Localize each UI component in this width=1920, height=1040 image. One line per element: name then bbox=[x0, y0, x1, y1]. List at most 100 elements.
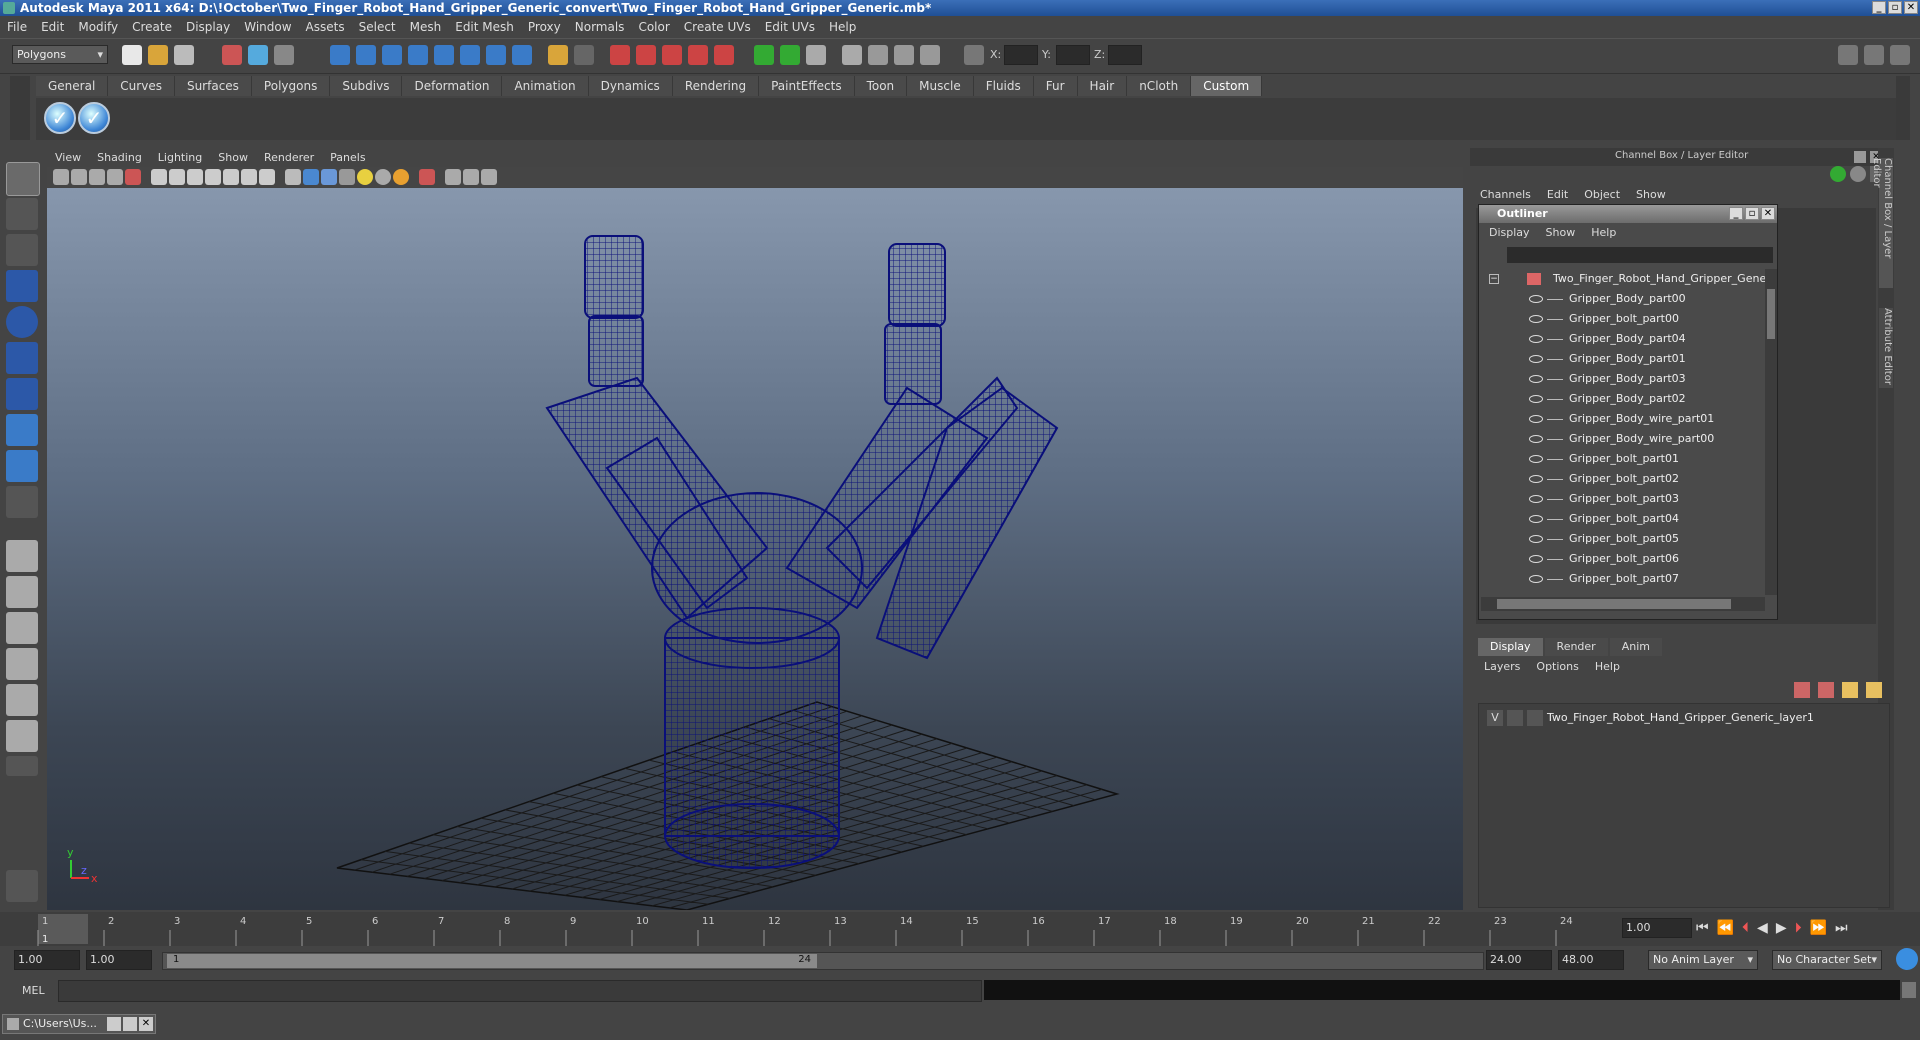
minimized-window-item[interactable]: C:\Users\Us... ✕ bbox=[2, 1014, 156, 1034]
range-slider-track[interactable]: 1 24 bbox=[162, 952, 1484, 970]
menu-edit-mesh[interactable]: Edit Mesh bbox=[448, 20, 521, 34]
select-by-render-icon[interactable] bbox=[486, 45, 506, 65]
tree-item-row[interactable]: Gripper_bolt_part01 bbox=[1481, 449, 1765, 469]
shadows-icon[interactable] bbox=[393, 169, 409, 185]
menu-modify[interactable]: Modify bbox=[71, 20, 125, 34]
safe-title-icon[interactable] bbox=[259, 169, 275, 185]
shelf-tab-general[interactable]: General bbox=[36, 76, 109, 96]
last-tool-icon[interactable] bbox=[6, 486, 38, 518]
select-hierarchy-icon[interactable] bbox=[222, 45, 242, 65]
auto-key-icon[interactable] bbox=[1896, 948, 1918, 970]
outliner-help-menu[interactable]: Help bbox=[1591, 226, 1616, 239]
layer-tab-anim[interactable]: Anim bbox=[1609, 638, 1662, 656]
minimize-button[interactable]: _ bbox=[1872, 1, 1886, 14]
shelf-tab-custom[interactable]: Custom bbox=[1191, 76, 1263, 96]
maximize-window-button[interactable] bbox=[123, 1017, 137, 1031]
scale-tool-icon[interactable] bbox=[6, 342, 38, 374]
side-tab-channel-box[interactable]: Channel Box / Layer Editor bbox=[1871, 158, 1893, 288]
maximize-button[interactable]: ▫ bbox=[1888, 1, 1902, 14]
camera-select-icon[interactable] bbox=[53, 169, 69, 185]
character-set-dropdown[interactable]: No Character Set bbox=[1772, 950, 1882, 970]
restore-window-button[interactable] bbox=[107, 1017, 121, 1031]
script-editor-icon[interactable] bbox=[1902, 982, 1916, 998]
anim-layer-dropdown[interactable]: No Anim Layer bbox=[1648, 950, 1758, 970]
channel-box-toggle-icon[interactable] bbox=[1850, 166, 1866, 182]
select-by-curve-icon[interactable] bbox=[382, 45, 402, 65]
render-view-icon[interactable] bbox=[842, 45, 862, 65]
playback-end-field[interactable]: 24.00 bbox=[1486, 950, 1552, 970]
step-forward-key-icon[interactable]: ⏵ bbox=[1795, 920, 1802, 936]
tree-item-row[interactable]: Gripper_bolt_part00 bbox=[1481, 309, 1765, 329]
hud-icon[interactable] bbox=[481, 169, 497, 185]
outliner-hscroll-thumb[interactable] bbox=[1497, 599, 1731, 609]
time-slider[interactable]: 1 2 3 4 5 6 7 8 9 10 11 12 13 14 15 16 17 18 19 20 21 22 23 24 1… bbox=[0, 912, 1920, 946]
shelf-tab-toon[interactable]: Toon bbox=[854, 76, 908, 96]
tree-item-row[interactable]: Gripper_Body_wire_part00 bbox=[1481, 429, 1765, 449]
image-plane-icon[interactable] bbox=[107, 169, 123, 185]
outliner-minimize-button[interactable]: _ bbox=[1729, 207, 1743, 220]
select-by-deform-icon[interactable] bbox=[434, 45, 454, 65]
outliner-close-button[interactable]: ✕ bbox=[1761, 207, 1775, 220]
smooth-shade-icon[interactable] bbox=[303, 169, 319, 185]
play-backwards-icon[interactable]: ◀ bbox=[1757, 920, 1768, 936]
attribute-editor-icon[interactable] bbox=[1864, 45, 1884, 65]
shelf-tab-fur[interactable]: Fur bbox=[1033, 76, 1078, 96]
paint-select-tool-icon[interactable] bbox=[6, 234, 38, 266]
menu-edit-uvs[interactable]: Edit UVs bbox=[758, 20, 822, 34]
viewport-menu-view[interactable]: View bbox=[47, 151, 89, 164]
menu-mesh[interactable]: Mesh bbox=[403, 20, 449, 34]
menu-display[interactable]: Display bbox=[179, 20, 237, 34]
tree-item-row[interactable]: Gripper_bolt_part04 bbox=[1481, 509, 1765, 529]
render-settings-icon[interactable] bbox=[920, 45, 940, 65]
outliner-scroll-thumb[interactable] bbox=[1767, 289, 1775, 339]
step-forward-icon[interactable]: ⏩ bbox=[1810, 920, 1827, 936]
layer-row[interactable]: V Two_Finger_Robot_Hand_Gripper_Generic_… bbox=[1483, 708, 1887, 728]
close-window-button[interactable]: ✕ bbox=[139, 1017, 153, 1031]
select-tool-icon[interactable] bbox=[6, 162, 40, 196]
outliner-title-bar[interactable]: Outliner _ ▫ ✕ bbox=[1479, 205, 1777, 223]
menu-proxy[interactable]: Proxy bbox=[521, 20, 568, 34]
outliner-horizontal-scrollbar[interactable] bbox=[1481, 597, 1765, 611]
new-layer-selected-icon[interactable] bbox=[1818, 682, 1834, 698]
menu-file[interactable]: File bbox=[0, 20, 34, 34]
shelf-tab-animation[interactable]: Animation bbox=[502, 76, 589, 96]
lasso-tool-icon[interactable] bbox=[6, 198, 38, 230]
viewport-menu-show[interactable]: Show bbox=[210, 151, 256, 164]
current-time-field[interactable]: 1.00 bbox=[1622, 918, 1692, 938]
perspective-viewport[interactable]: y z x bbox=[47, 188, 1463, 910]
layout-more-icon[interactable] bbox=[6, 756, 38, 776]
layout-graph-icon[interactable] bbox=[6, 648, 38, 680]
command-language-label[interactable]: MEL bbox=[22, 984, 45, 997]
layer-visibility-toggle[interactable]: V bbox=[1487, 710, 1503, 726]
tree-item-row[interactable]: Gripper_bolt_part03 bbox=[1481, 489, 1765, 509]
history-output-icon[interactable] bbox=[780, 45, 800, 65]
playback-start-field[interactable]: 1.00 bbox=[86, 950, 152, 970]
menu-create[interactable]: Create bbox=[125, 20, 179, 34]
show-manipulator-icon[interactable] bbox=[6, 450, 38, 482]
two-d-pan-icon[interactable] bbox=[125, 169, 141, 185]
play-forwards-icon[interactable]: ▶ bbox=[1776, 920, 1787, 936]
tree-item-row[interactable]: Gripper_bolt_part05 bbox=[1481, 529, 1765, 549]
menu-color[interactable]: Color bbox=[631, 20, 676, 34]
rotate-tool-icon[interactable] bbox=[6, 306, 38, 338]
shelf-tab-polygons[interactable]: Polygons bbox=[251, 76, 331, 96]
layout-single-icon[interactable] bbox=[6, 540, 38, 572]
pick-mask-icon[interactable] bbox=[330, 45, 350, 65]
move-tool-icon[interactable] bbox=[6, 270, 38, 302]
shelf-tab-ncloth[interactable]: nCloth bbox=[1127, 76, 1192, 96]
layer-help-menu[interactable]: Help bbox=[1595, 660, 1620, 673]
channel-show-menu[interactable]: Show bbox=[1636, 188, 1666, 201]
tree-item-row[interactable]: Gripper_bolt_part07 bbox=[1481, 569, 1765, 589]
layers-menu[interactable]: Layers bbox=[1484, 660, 1520, 673]
menu-help[interactable]: Help bbox=[822, 20, 863, 34]
step-back-key-icon[interactable]: ⏴ bbox=[1742, 920, 1749, 936]
select-object-icon[interactable] bbox=[248, 45, 268, 65]
x-input[interactable] bbox=[1004, 45, 1038, 65]
step-back-icon[interactable]: ⏪ bbox=[1717, 920, 1734, 936]
history-input-icon[interactable] bbox=[754, 45, 774, 65]
layer-tab-render[interactable]: Render bbox=[1544, 638, 1608, 656]
menu-set-dropdown[interactable]: Polygons bbox=[12, 45, 108, 64]
shelf-menu-handle[interactable] bbox=[10, 76, 30, 140]
shelf-tab-curves[interactable]: Curves bbox=[108, 76, 175, 96]
open-scene-icon[interactable] bbox=[148, 45, 168, 65]
